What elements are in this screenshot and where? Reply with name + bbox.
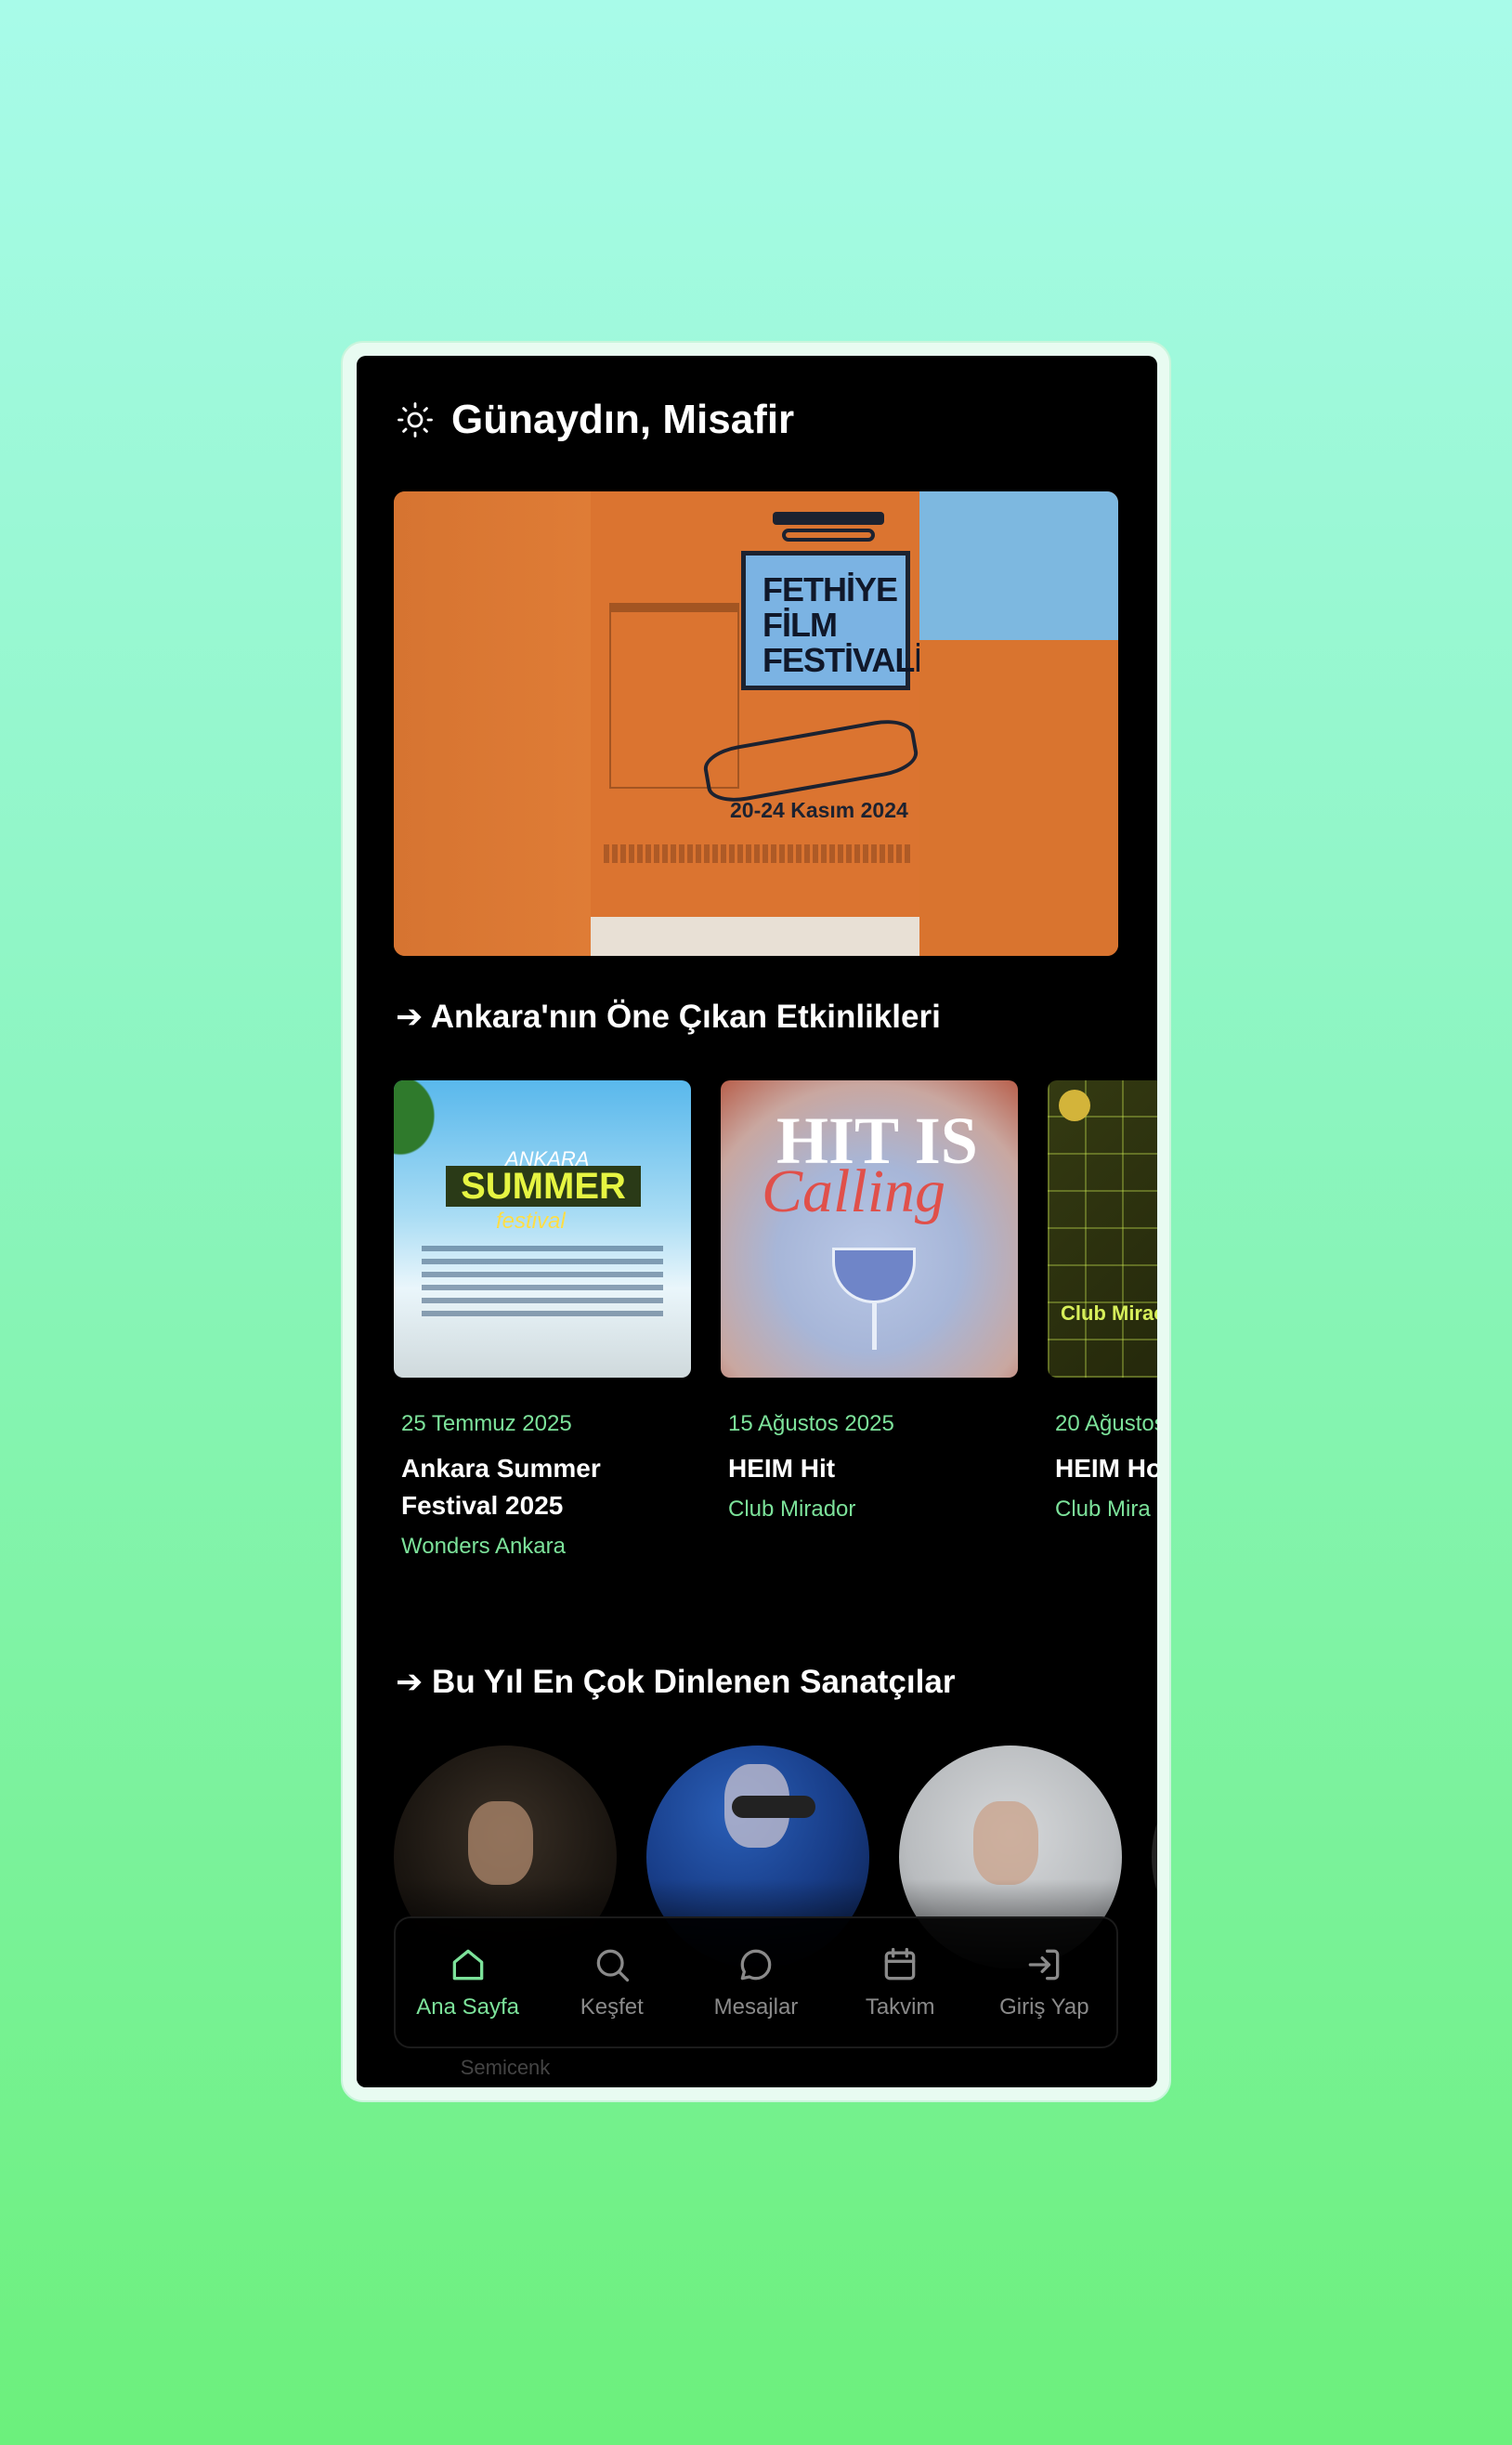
nav-calendar[interactable]: Takvim bbox=[835, 1944, 965, 2020]
pillar-top bbox=[773, 512, 884, 525]
poster-title: FETHİYE FİLM FESTİVALİ bbox=[741, 551, 923, 690]
event-image-text: festival bbox=[496, 1209, 566, 1234]
banner-blur-right bbox=[919, 491, 1118, 956]
event-title[interactable]: HEIM Ho bbox=[1055, 1450, 1157, 1487]
featured-events-title: ➔ Ankara'nın Öne Çıkan Etkinlikleri bbox=[396, 999, 941, 1035]
nav-messages[interactable]: Mesajlar bbox=[691, 1944, 821, 2020]
cocktail-stem bbox=[872, 1303, 877, 1350]
featured-events-carousel[interactable]: ANKARA SUMMER festival 25 Temmuz 2025 An… bbox=[394, 1080, 1157, 1601]
top-artists-title: ➔ Bu Yıl En Çok Dinlenen Sanatçılar bbox=[396, 1664, 956, 1700]
event-venue[interactable]: Club Mira bbox=[1055, 1497, 1157, 1523]
event-date: 20 Ağustos 2025 bbox=[1055, 1411, 1157, 1436]
search-icon bbox=[596, 1949, 629, 1982]
event-card[interactable]: Club Mirac 20 Ağustos 2025 HEIM Ho Club … bbox=[1048, 1080, 1157, 1523]
poster-small-print bbox=[604, 844, 910, 863]
hero-banner[interactable]: FETHİYE FİLM FESTİVALİ 20-24 Kasım 2024 bbox=[394, 491, 1118, 956]
poster-dates: 20-24 Kasım 2024 bbox=[730, 798, 908, 822]
event-image-text: SUMMER bbox=[446, 1166, 641, 1207]
event-venue[interactable]: Club Mirador bbox=[728, 1497, 1018, 1523]
event-image: Club Mirac bbox=[1048, 1080, 1157, 1378]
nav-home[interactable]: Ana Sayfa bbox=[403, 1944, 533, 2020]
event-card[interactable]: HIT IS Calling 15 Ağustos 2025 HEIM Hit … bbox=[721, 1080, 1018, 1523]
artist-face bbox=[468, 1801, 533, 1885]
poster-sponsor-strip bbox=[591, 917, 919, 956]
banner-poster: FETHİYE FİLM FESTİVALİ 20-24 Kasım 2024 bbox=[591, 491, 923, 956]
nav-explore[interactable]: Keşfet bbox=[547, 1944, 677, 2020]
bottom-navigation: Ana Sayfa Keşfet Mesajlar Takvim Giriş Y… bbox=[394, 1916, 1118, 2048]
event-title[interactable]: Ankara Summer Festival 2025 bbox=[401, 1450, 671, 1524]
banner-blur-left bbox=[394, 491, 591, 956]
artist-face bbox=[973, 1801, 1038, 1885]
event-card[interactable]: ANKARA SUMMER festival 25 Temmuz 2025 An… bbox=[394, 1080, 691, 1560]
event-date: 25 Temmuz 2025 bbox=[401, 1411, 572, 1436]
nav-label: Ana Sayfa bbox=[416, 1994, 519, 2020]
calendar-icon bbox=[884, 1947, 916, 1981]
event-title[interactable]: HEIM Hit bbox=[728, 1450, 997, 1487]
home-icon bbox=[452, 1949, 483, 1981]
nav-label: Mesajlar bbox=[713, 1994, 799, 2020]
message-icon bbox=[740, 1949, 772, 1981]
nav-login[interactable]: Giriş Yap bbox=[979, 1944, 1109, 2020]
nav-label: Takvim bbox=[865, 1994, 935, 2020]
event-venue[interactable]: Wonders Ankara bbox=[401, 1534, 691, 1560]
grid-pattern bbox=[1048, 1080, 1157, 1378]
event-image-text: Calling bbox=[762, 1157, 946, 1225]
sun-icon bbox=[398, 402, 433, 438]
event-image: ANKARA SUMMER festival bbox=[394, 1080, 691, 1378]
nav-label: Giriş Yap bbox=[999, 1994, 1089, 2020]
event-date: 15 Ağustos 2025 bbox=[728, 1411, 894, 1436]
greeting-header: Günaydın, Misafir bbox=[396, 397, 794, 443]
event-image-text: Club Mirac bbox=[1061, 1301, 1157, 1325]
club-logo bbox=[1059, 1090, 1090, 1121]
event-image-details bbox=[422, 1246, 663, 1320]
event-image: HIT IS Calling bbox=[721, 1080, 1018, 1378]
app-screen: Günaydın, Misafir FETHİYE FİLM FESTİVALİ… bbox=[357, 356, 1157, 2087]
pillar-capital bbox=[782, 529, 875, 542]
login-icon bbox=[1029, 1949, 1060, 1981]
nav-label: Keşfet bbox=[580, 1994, 644, 2020]
artist-name: Semicenk bbox=[460, 2056, 551, 2079]
cocktail-glass bbox=[832, 1248, 916, 1303]
greeting-text: Günaydın, Misafir bbox=[451, 397, 795, 442]
sunglasses bbox=[732, 1796, 815, 1818]
artist-names-row: Semicenk bbox=[394, 2056, 1155, 2079]
